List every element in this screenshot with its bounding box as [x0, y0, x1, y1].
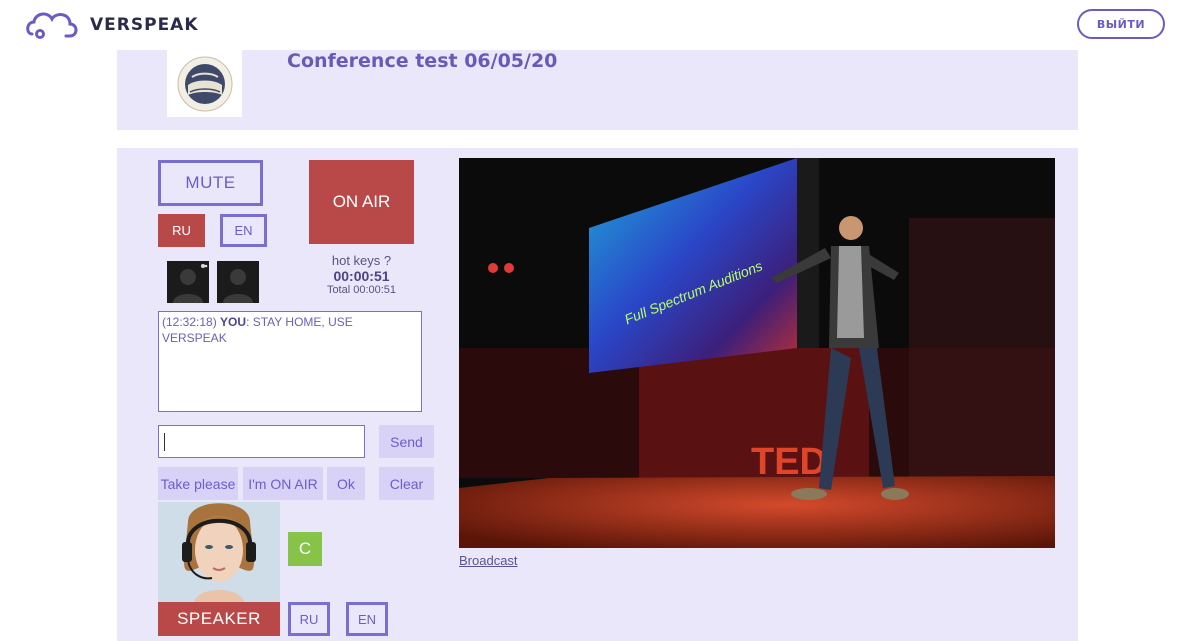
chat-message-time: (12:32:18)	[162, 315, 217, 329]
timer-block: hot keys ? 00:00:51 Total 00:00:51	[309, 253, 414, 296]
video-frame: Full Spectrum Auditions TED	[459, 158, 1055, 548]
send-button[interactable]: Send	[379, 425, 434, 458]
on-air-button[interactable]: ON AIR	[309, 160, 414, 244]
brand-name: VERSPEAK	[90, 15, 199, 35]
conference-logo	[167, 50, 242, 117]
speaker-status-badge[interactable]: C	[288, 532, 322, 566]
total-timer: Total 00:00:51	[326, 284, 397, 296]
user-silhouette-icon	[167, 261, 209, 303]
speaker-language-ru-button[interactable]: RU	[288, 602, 330, 636]
stage-letters: TED	[751, 441, 827, 483]
partner-avatar-active[interactable]	[167, 261, 209, 303]
partner-avatar[interactable]	[217, 261, 259, 303]
speaker-headset-photo	[158, 502, 280, 602]
mute-button[interactable]: MUTE	[158, 160, 263, 206]
broadcast-video[interactable]: Full Spectrum Auditions TED	[459, 158, 1055, 548]
hot-keys-link[interactable]: hot keys ?	[309, 253, 414, 268]
user-silhouette-icon	[217, 261, 259, 303]
cloud-logo-icon	[26, 12, 78, 39]
chat-message-sender: YOU	[220, 315, 247, 329]
speaker-button[interactable]: SPEAKER	[158, 602, 280, 636]
clear-button[interactable]: Clear	[379, 467, 434, 500]
globe-seal-icon	[177, 56, 232, 111]
chat-input[interactable]	[158, 425, 365, 458]
broadcast-link[interactable]: Broadcast	[459, 553, 518, 568]
text-caret	[164, 433, 165, 451]
quick-reply-take-please[interactable]: Take please	[158, 467, 238, 500]
speaker-photo	[158, 502, 280, 602]
chat-log[interactable]: (12:32:18) YOU: STAY HOME, USE VERSPEAK	[158, 311, 422, 412]
language-en-button[interactable]: EN	[220, 214, 267, 247]
quick-reply-ok[interactable]: Ok	[327, 467, 365, 500]
speaker-language-en-button[interactable]: EN	[346, 602, 388, 636]
interpreter-console-panel: MUTE ON AIR RU EN hot keys ? 00:00:51 To…	[117, 148, 1078, 641]
verspeak-logo[interactable]: VERSPEAK	[26, 8, 199, 42]
language-ru-button[interactable]: RU	[158, 214, 205, 247]
conference-header-panel: Conference test 06/05/20	[117, 50, 1078, 130]
conference-title: Conference test 06/05/20	[287, 50, 558, 72]
logout-button[interactable]: ВЫЙТИ	[1077, 9, 1165, 39]
quick-reply-on-air[interactable]: I'm ON AIR	[243, 467, 323, 500]
on-air-timer: 00:00:51	[333, 268, 390, 284]
